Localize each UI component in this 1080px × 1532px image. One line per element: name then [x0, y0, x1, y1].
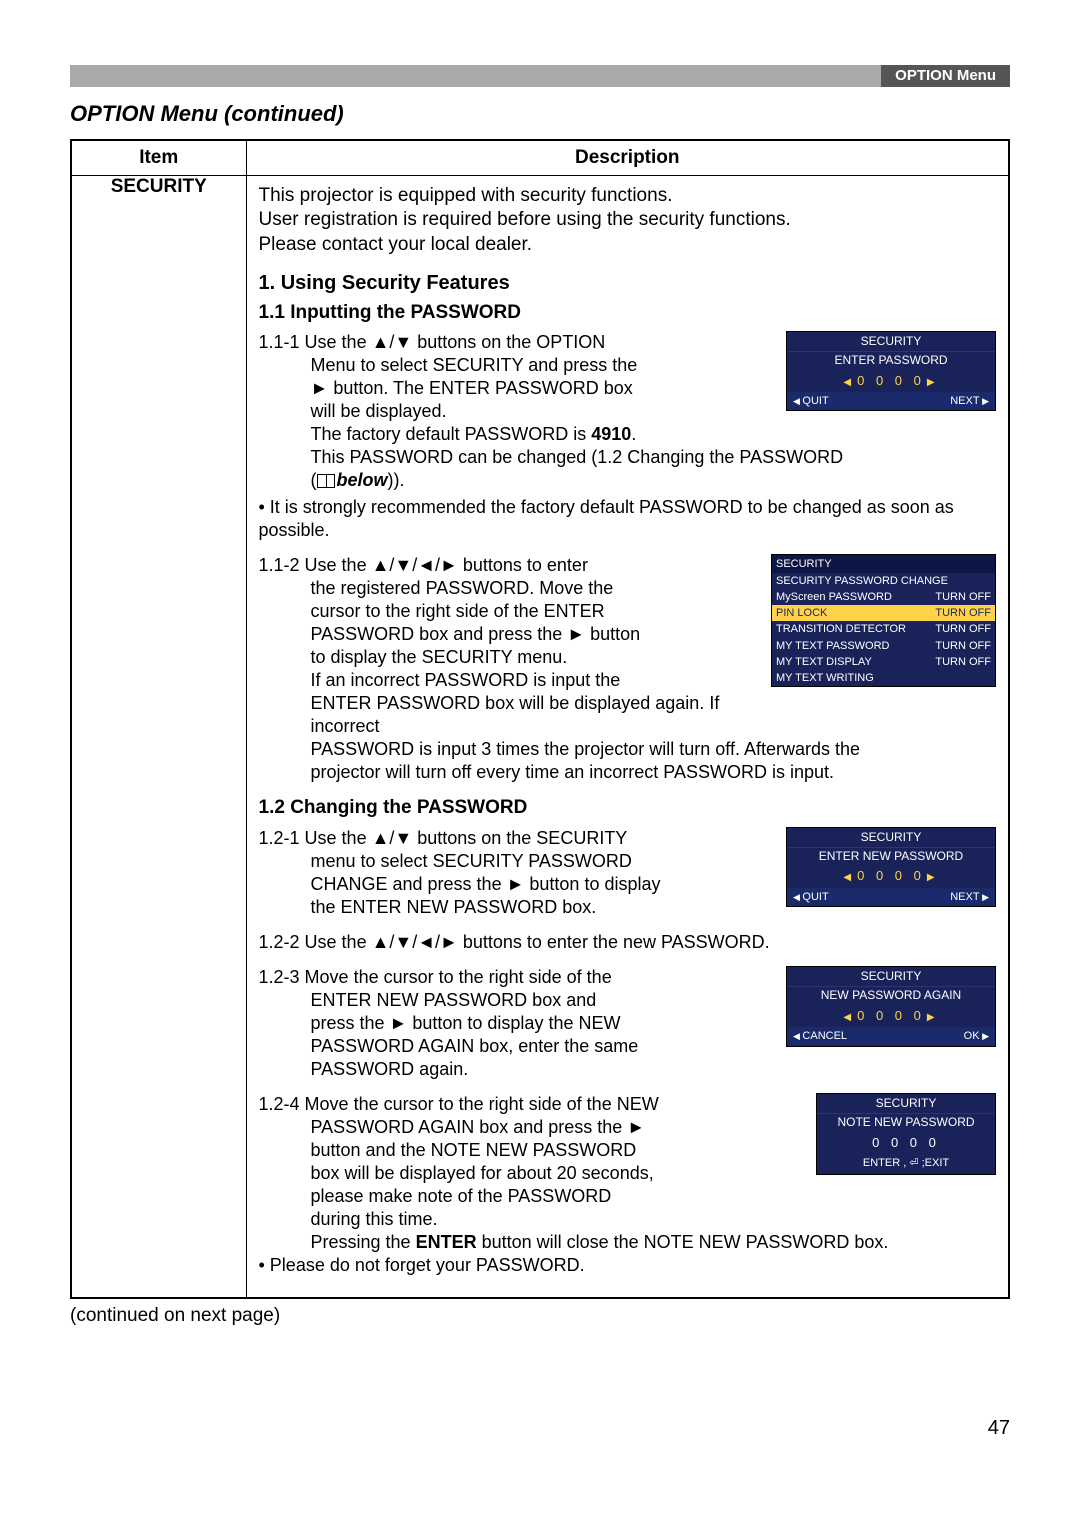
- osd-enter-password: SECURITY ENTER PASSWORD 0 0 0 0 QUIT NEX…: [786, 331, 996, 412]
- step-line: Pressing the ENTER button will close the…: [259, 1231, 997, 1254]
- header-bar: OPTION Menu: [70, 65, 1010, 87]
- osd-row-r: TURN OFF: [935, 590, 991, 604]
- step-line: PASSWORD again.: [259, 1058, 997, 1081]
- osd-row-r: TURN OFF: [935, 606, 991, 620]
- enter-bold: ENTER: [416, 1232, 477, 1252]
- step-number: 1.1-2: [259, 555, 300, 575]
- osd-row: PIN LOCK: [776, 606, 827, 620]
- step-1-1-1: SECURITY ENTER PASSWORD 0 0 0 0 QUIT NEX…: [259, 331, 997, 542]
- step-line: (below)).: [259, 469, 997, 492]
- osd-row: SECURITY PASSWORD CHANGE: [776, 574, 948, 588]
- item-security: SECURITY: [71, 176, 246, 1299]
- bullet: • It is strongly recommended the factory…: [259, 496, 997, 542]
- osd-security-menu: SECURITY SECURITY PASSWORD CHANGE MyScre…: [771, 554, 996, 687]
- osd-quit: QUIT: [793, 890, 829, 904]
- header-tab: OPTION Menu: [881, 65, 1010, 87]
- osd-row-r: TURN OFF: [935, 655, 991, 669]
- step-line: Use the ▲/▼ buttons on the SECURITY: [305, 828, 628, 848]
- osd-row: MyScreen PASSWORD: [776, 590, 892, 604]
- osd-digits: 0 0 0 0: [839, 373, 942, 390]
- osd-title: SECURITY: [787, 828, 995, 848]
- osd-digits: 0 0 0 0: [872, 1135, 940, 1152]
- step-line: during this time.: [259, 1208, 997, 1231]
- main-table: Item Description SECURITY This projector…: [70, 139, 1010, 1299]
- osd-row: MY TEXT WRITING: [776, 671, 874, 685]
- step-1-2-2: 1.2-2 Use the ▲/▼/◄/► buttons to enter t…: [259, 931, 997, 954]
- continued-note: (continued on next page): [70, 1305, 1010, 1327]
- osd-title: SECURITY: [787, 332, 995, 352]
- osd-ok: OK: [964, 1029, 989, 1043]
- step-number: 1.1-1: [259, 332, 300, 352]
- step-1-2-4: SECURITY NOTE NEW PASSWORD 0 0 0 0 ENTER…: [259, 1093, 997, 1277]
- osd-row-r: TURN OFF: [935, 622, 991, 636]
- step-line: ENTER PASSWORD box will be displayed aga…: [259, 692, 997, 738]
- osd-row: TRANSITION DETECTOR: [776, 622, 906, 636]
- heading-1: 1. Using Security Features: [259, 271, 997, 297]
- intro-line: This projector is equipped with security…: [259, 184, 997, 208]
- osd-quit: QUIT: [793, 394, 829, 408]
- osd-title: SECURITY: [772, 555, 995, 573]
- osd-password-again: SECURITY NEW PASSWORD AGAIN 0 0 0 0 CANC…: [786, 966, 996, 1047]
- book-icon: [317, 474, 335, 488]
- osd-row: MY TEXT DISPLAY: [776, 655, 872, 669]
- section-title: OPTION Menu (continued): [70, 101, 1010, 127]
- step-line: The factory default PASSWORD is 4910.: [259, 423, 997, 446]
- osd-subtitle: ENTER PASSWORD: [787, 352, 995, 369]
- step-1-2-1: SECURITY ENTER NEW PASSWORD 0 0 0 0 QUIT…: [259, 827, 997, 919]
- step-line: Use the ▲/▼/◄/► buttons to enter the new…: [305, 932, 770, 952]
- intro-block: This projector is equipped with security…: [259, 184, 997, 257]
- col-desc: Description: [246, 140, 1009, 176]
- step-line: Move the cursor to the right side of the…: [305, 1094, 659, 1114]
- osd-subtitle: ENTER NEW PASSWORD: [787, 848, 995, 865]
- step-line: PASSWORD is input 3 times the projector …: [259, 738, 997, 761]
- osd-digits: 0 0 0 0: [839, 868, 942, 885]
- below-ref: below: [337, 470, 388, 490]
- osd-enter-new-password: SECURITY ENTER NEW PASSWORD 0 0 0 0 QUIT…: [786, 827, 996, 908]
- col-item: Item: [71, 140, 246, 176]
- step-1-2-3: SECURITY NEW PASSWORD AGAIN 0 0 0 0 CANC…: [259, 966, 997, 1081]
- step-line: please make note of the PASSWORD: [259, 1185, 997, 1208]
- page-number: 47: [70, 1417, 1010, 1440]
- osd-row-r: TURN OFF: [935, 639, 991, 653]
- osd-next: NEXT: [950, 890, 989, 904]
- step-line: projector will turn off every time an in…: [259, 761, 997, 784]
- osd-cancel: CANCEL: [793, 1029, 847, 1043]
- osd-note-password: SECURITY NOTE NEW PASSWORD 0 0 0 0 ENTER…: [816, 1093, 996, 1175]
- heading-1-2: 1.2 Changing the PASSWORD: [259, 796, 997, 820]
- desc-cell: This projector is equipped with security…: [246, 176, 1009, 1299]
- osd-note-foot: ENTER , ⏎ ;EXIT: [817, 1154, 995, 1174]
- intro-line: User registration is required before usi…: [259, 208, 997, 232]
- osd-digits: 0 0 0 0: [839, 1008, 942, 1025]
- heading-1-1: 1.1 Inputting the PASSWORD: [259, 301, 997, 325]
- step-number: 1.2-4: [259, 1094, 300, 1114]
- step-1-1-2: SECURITY SECURITY PASSWORD CHANGE MyScre…: [259, 554, 997, 784]
- osd-next: NEXT: [950, 394, 989, 408]
- step-line: Use the ▲/▼/◄/► buttons to enter: [305, 555, 588, 575]
- default-password: 4910: [591, 424, 631, 444]
- osd-title: SECURITY: [787, 967, 995, 987]
- step-line: Use the ▲/▼ buttons on the OPTION: [305, 332, 606, 352]
- step-number: 1.2-2: [259, 932, 300, 952]
- osd-subtitle: NEW PASSWORD AGAIN: [787, 987, 995, 1004]
- bullet: • Please do not forget your PASSWORD.: [259, 1254, 997, 1277]
- step-number: 1.2-3: [259, 967, 300, 987]
- step-number: 1.2-1: [259, 828, 300, 848]
- osd-title: SECURITY: [817, 1094, 995, 1114]
- page: OPTION Menu OPTION Menu (continued) Item…: [0, 65, 1080, 1480]
- step-line: Move the cursor to the right side of the: [305, 967, 612, 987]
- intro-line: Please contact your local dealer.: [259, 233, 997, 257]
- step-line: This PASSWORD can be changed (1.2 Changi…: [259, 446, 997, 469]
- osd-subtitle: NOTE NEW PASSWORD: [817, 1114, 995, 1131]
- osd-row: MY TEXT PASSWORD: [776, 639, 890, 653]
